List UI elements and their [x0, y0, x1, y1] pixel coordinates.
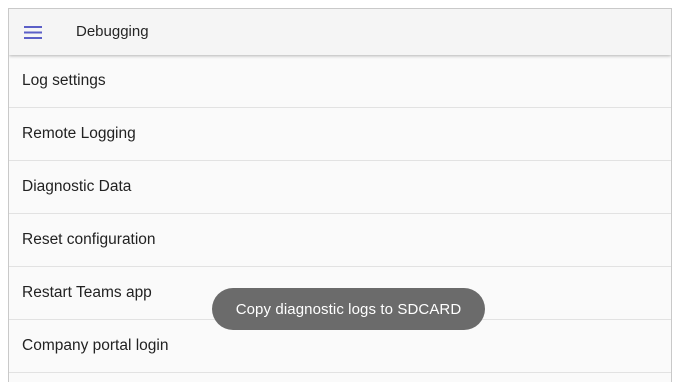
app-window: Debugging Log settings Remote Logging Di…	[8, 8, 672, 382]
list-item-label: Log settings	[22, 72, 106, 89]
list-item-reset-configuration[interactable]: Reset configuration	[9, 214, 671, 267]
app-bar: Debugging	[9, 9, 671, 55]
list-item-label: Company portal login	[22, 337, 169, 354]
list-item-label: Remote Logging	[22, 125, 136, 142]
toast-message: Copy diagnostic logs to SDCARD	[235, 300, 462, 318]
list-item-log-settings[interactable]: Log settings	[9, 55, 671, 108]
list-item-remote-logging[interactable]: Remote Logging	[9, 108, 671, 161]
list-item-label: Diagnostic Data	[22, 178, 132, 195]
page-title: Debugging	[76, 23, 149, 40]
list-item-label: Restart Teams app	[22, 284, 152, 301]
toast-notification: Copy diagnostic logs to SDCARD	[212, 288, 485, 330]
list-item-diagnostic-data[interactable]: Diagnostic Data	[9, 161, 671, 214]
list-item-label: Reset configuration	[22, 231, 156, 248]
hamburger-menu-icon[interactable]	[24, 26, 42, 39]
